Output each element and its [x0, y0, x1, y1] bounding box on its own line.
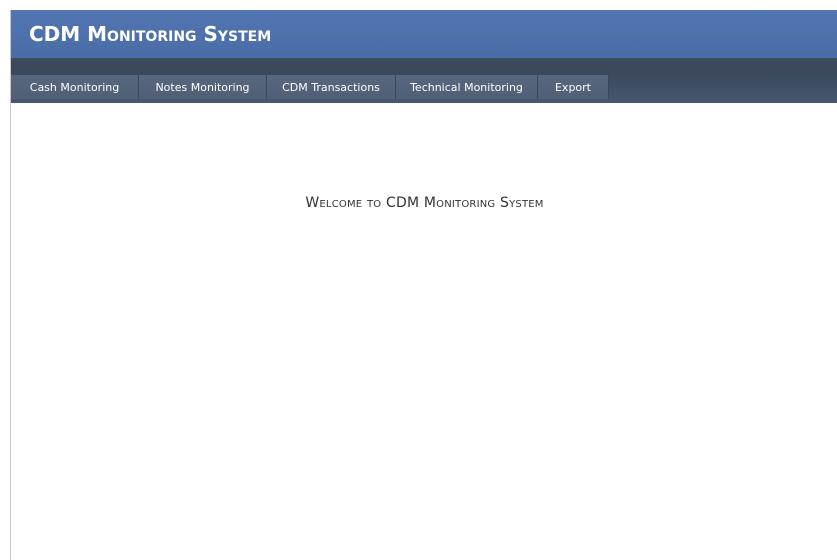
nav-notes-monitoring[interactable]: Notes Monitoring: [139, 75, 267, 99]
nav-cdm-transactions[interactable]: CDM Transactions: [267, 75, 396, 99]
welcome-message: Welcome to CDM Monitoring System: [305, 195, 544, 211]
main-content: Welcome to CDM Monitoring System: [11, 103, 837, 560]
main-navigation: Cash Monitoring Notes Monitoring CDM Tra…: [11, 75, 609, 99]
app-title: CDM Monitoring System: [29, 22, 272, 46]
nav-technical-monitoring[interactable]: Technical Monitoring: [396, 75, 538, 99]
app-window: CDM Monitoring System Cash Monitoring No…: [10, 10, 837, 560]
nav-cash-monitoring[interactable]: Cash Monitoring: [11, 75, 139, 99]
nav-export[interactable]: Export: [538, 75, 609, 99]
menu-bar: Cash Monitoring Notes Monitoring CDM Tra…: [11, 58, 837, 103]
app-header: CDM Monitoring System: [11, 10, 837, 58]
